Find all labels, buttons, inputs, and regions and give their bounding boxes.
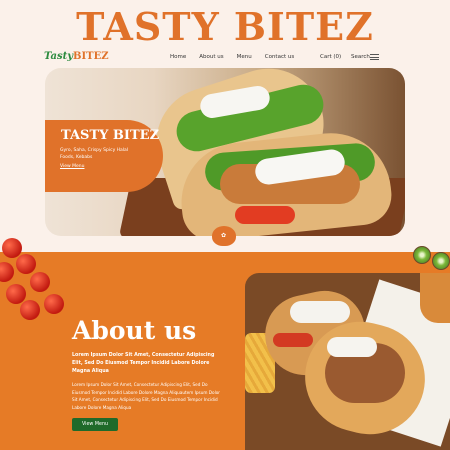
hero-view-menu-link[interactable]: View Menu	[60, 164, 84, 169]
banner-title: TASTY BITEZ	[76, 4, 374, 49]
tomatoes-decoration	[0, 232, 70, 322]
hamburger-icon[interactable]	[370, 54, 379, 60]
gyro-photo	[245, 273, 450, 450]
hero-title: TASTY BITEZ	[61, 128, 160, 143]
nav-links: Home About us Menu Contact us	[170, 54, 294, 60]
about-lead-text: Lorem Ipsum Dolor Sit Amet, Consectetur …	[72, 353, 215, 374]
kiwi-decoration	[432, 252, 450, 270]
site-logo[interactable]: TastyBITEZ	[44, 51, 109, 62]
logo-text-tasty: Tasty	[44, 51, 74, 62]
flower-icon: ✿	[212, 226, 236, 246]
about-title: About us	[72, 316, 197, 345]
kiwi-decoration	[413, 246, 431, 264]
hero-description: Gyro, Saha, Crispy Spicy Halal Foods, Ke…	[60, 148, 129, 160]
hero-banner: TASTY BITEZ Gyro, Saha, Crispy Spicy Hal…	[45, 68, 405, 236]
hero-card: TASTY BITEZ Gyro, Saha, Crispy Spicy Hal…	[45, 120, 163, 192]
search-link[interactable]: Search	[351, 54, 370, 60]
nav-link-about[interactable]: About us	[199, 54, 223, 60]
nav-link-menu[interactable]: Menu	[237, 54, 252, 60]
view-menu-button[interactable]: View Menu	[72, 418, 118, 431]
nav-link-home[interactable]: Home	[170, 54, 186, 60]
about-body-text: Lorem Ipsum Dolor Sit Amet, Consectetur …	[72, 382, 221, 410]
cart-link[interactable]: Cart (0)	[320, 54, 341, 60]
nav-link-contact[interactable]: Contact us	[265, 54, 295, 60]
logo-text-bitez: BITEZ	[73, 51, 109, 62]
navbar: TastyBITEZ Home About us Menu Contact us…	[0, 48, 450, 70]
